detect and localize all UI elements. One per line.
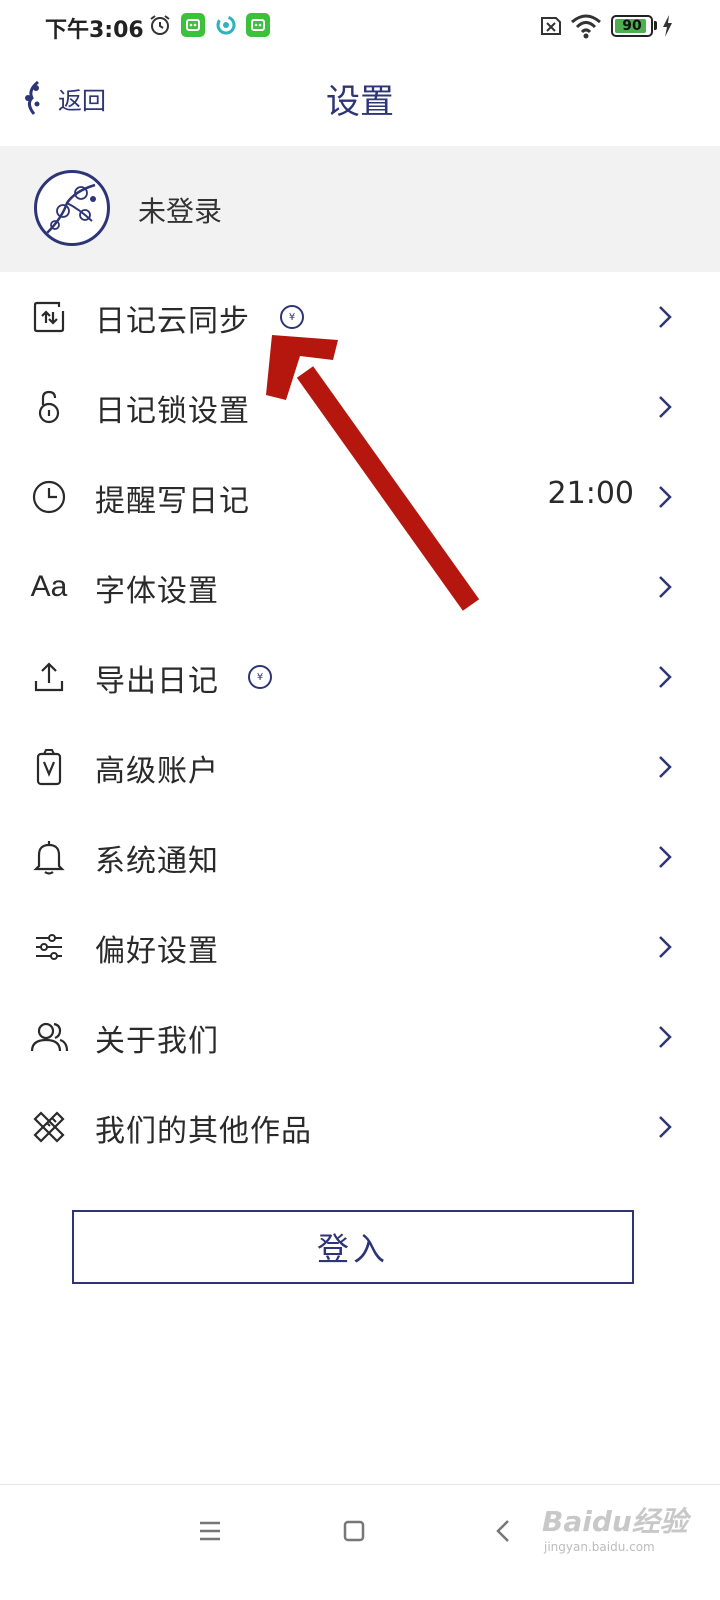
chevron-right-icon: [659, 576, 672, 598]
chevron-right-icon: [659, 1026, 672, 1048]
chevron-right-icon: [659, 666, 672, 688]
chevron-right-icon: [659, 306, 672, 328]
settings-menu: 日记云同步 ¥ 日记锁设置 提醒写日记 21:00 Aa 字体设置 导出日记 ¥: [0, 272, 720, 1172]
no-sim-icon: [541, 17, 561, 35]
menu-item-other-works[interactable]: 我们的其他作品: [0, 1082, 720, 1172]
home-icon[interactable]: [334, 1511, 374, 1551]
battery-indicator: 90: [611, 15, 653, 37]
clock-icon: [28, 477, 70, 517]
chevron-right-icon: [659, 936, 672, 958]
menu-label: 日记云同步: [95, 304, 250, 339]
nav-bar: 返回 设置: [0, 52, 720, 144]
people-icon: [28, 1017, 70, 1057]
profile-name: 未登录: [138, 195, 223, 228]
chevron-right-icon: [659, 396, 672, 418]
menu-item-diary-lock[interactable]: 日记锁设置: [0, 362, 720, 452]
chevron-right-icon: [659, 756, 672, 778]
app-notification-icon: [246, 13, 270, 37]
menu-label: 日记锁设置: [95, 394, 250, 429]
premium-account-icon: [28, 747, 70, 787]
menu-label: 提醒写日记: [95, 484, 250, 519]
bell-icon: [28, 837, 70, 877]
battery-cap: [654, 21, 657, 30]
chevron-right-icon: [659, 1116, 672, 1138]
battery-level: 90: [615, 18, 646, 34]
battery-percent: 90: [622, 18, 642, 34]
menu-item-cloud-sync[interactable]: 日记云同步 ¥: [0, 272, 720, 362]
paid-feature-badge: ¥: [248, 665, 272, 689]
menu-item-font[interactable]: Aa 字体设置: [0, 542, 720, 632]
menu-label: 系统通知: [95, 844, 219, 879]
watermark-logo: Baidu经验: [542, 1505, 688, 1538]
menu-item-about-us[interactable]: 关于我们: [0, 992, 720, 1082]
profile-header[interactable]: 未登录: [0, 146, 720, 272]
alarm-icon: [150, 15, 170, 35]
status-time: 下午3:06: [45, 18, 144, 43]
page-title: 设置: [326, 82, 394, 122]
chevron-right-icon: [659, 486, 672, 508]
reminder-time-value: 21:00: [547, 476, 634, 511]
font-icon: Aa: [28, 567, 70, 607]
status-bar: 下午3:06 90: [0, 0, 720, 52]
login-button[interactable]: 登入: [72, 1210, 634, 1284]
font-icon-glyph: Aa: [30, 570, 68, 603]
menu-item-export[interactable]: 导出日记 ¥: [0, 632, 720, 722]
menu-icon[interactable]: [190, 1511, 230, 1551]
export-icon: [28, 657, 70, 697]
menu-item-preferences[interactable]: 偏好设置: [0, 902, 720, 992]
avatar[interactable]: [34, 170, 110, 246]
back-icon[interactable]: [484, 1511, 524, 1551]
menu-label: 偏好设置: [95, 934, 219, 969]
menu-label: 高级账户: [95, 754, 219, 789]
menu-label: 导出日记: [95, 664, 219, 699]
charging-icon: [663, 15, 672, 37]
plum-blossom-avatar-icon: [46, 183, 96, 234]
menu-label: 我们的其他作品: [95, 1114, 312, 1149]
paid-feature-badge: ¥: [280, 305, 304, 329]
menu-item-premium[interactable]: 高级账户: [0, 722, 720, 812]
menu-label: 字体设置: [95, 574, 219, 609]
menu-label: 关于我们: [95, 1024, 219, 1059]
menu-item-reminder[interactable]: 提醒写日记 21:00: [0, 452, 720, 542]
cloud-sync-icon: [28, 297, 70, 337]
chevron-right-icon: [659, 846, 672, 868]
watermark: Baidu经验 jingyan.baidu.com: [538, 1492, 698, 1562]
wifi-icon: [571, 14, 601, 39]
app-notification-icon: [181, 13, 205, 37]
sync-app-icon: [216, 15, 236, 35]
watermark-url: jingyan.baidu.com: [544, 1540, 655, 1554]
menu-item-notifications[interactable]: 系统通知: [0, 812, 720, 902]
design-tools-icon: [28, 1107, 70, 1147]
lock-icon: [28, 387, 70, 427]
sliders-icon: [28, 927, 70, 967]
